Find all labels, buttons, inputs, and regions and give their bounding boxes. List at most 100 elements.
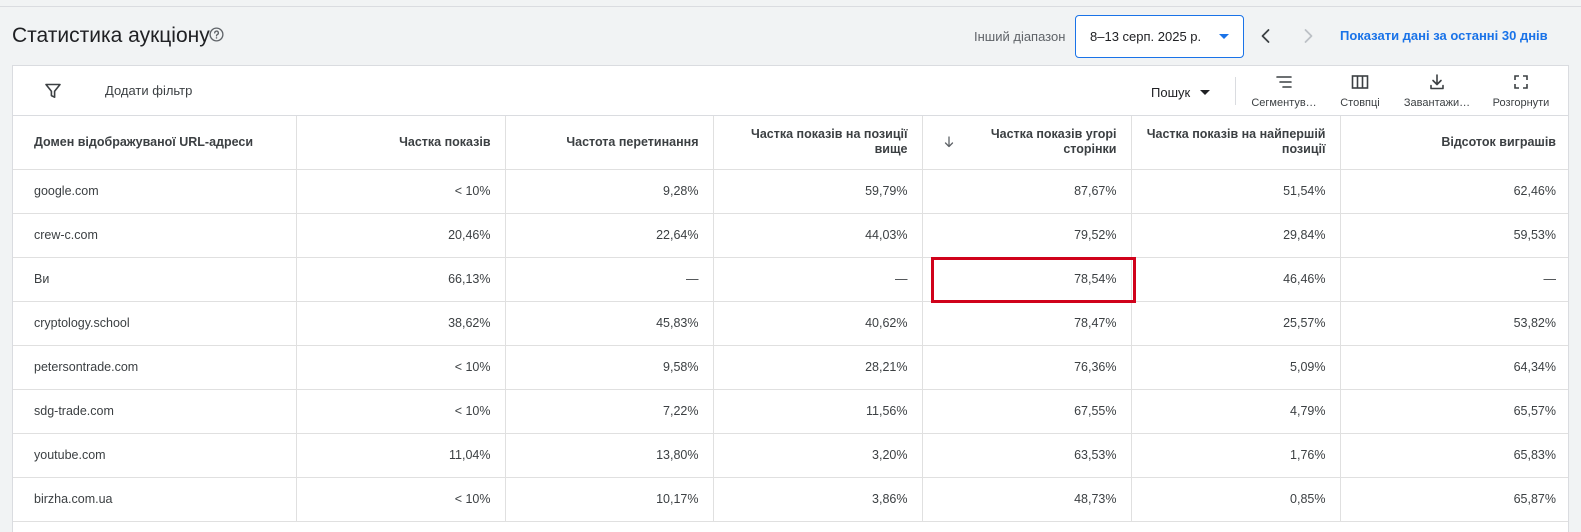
cell-position-above-rate: 59,79% xyxy=(713,169,923,214)
date-range-value: 8–13 серп. 2025 р. xyxy=(1090,29,1202,44)
auction-insights-card: Додати фільтр Пошук Сегментув… Стовпці З… xyxy=(12,65,1569,532)
cell-overlap-rate: 9,28% xyxy=(505,169,714,214)
cell-abs-top-rate: 51,54% xyxy=(1131,169,1341,214)
columns-icon xyxy=(1350,72,1370,92)
auction-insights-table: Домен відображуваної URL-адреси Частка п… xyxy=(13,116,1568,522)
cell-position-above-rate: 3,86% xyxy=(713,477,923,522)
column-header-impression-share[interactable]: Частка показів xyxy=(296,116,506,170)
cell-top-of-page-rate-highlighted: 78,54% xyxy=(922,256,1136,303)
cell-abs-top-rate: 29,84% xyxy=(1131,213,1341,258)
cell-domain: cryptology.school xyxy=(13,301,297,346)
cell-overlap-rate: 13,80% xyxy=(505,433,714,478)
cell-abs-top-rate: 46,46% xyxy=(1131,257,1341,302)
cell-overlap-rate: 7,22% xyxy=(505,389,714,434)
page-title: Статистика аукціону xyxy=(12,24,210,47)
cell-domain: sdg-trade.com xyxy=(13,389,297,434)
cell-top-of-page-rate: 87,67% xyxy=(922,169,1132,214)
search-select[interactable]: Пошук xyxy=(1151,82,1211,102)
caret-down-icon xyxy=(1200,89,1211,95)
cell-impression-share: 66,13% xyxy=(296,257,506,302)
column-header-overlap-rate[interactable]: Частота перетинання xyxy=(505,116,714,170)
cell-impression-share: < 10% xyxy=(296,169,506,214)
range-label: Інший діапазон xyxy=(974,29,1066,44)
cell-domain: crew-c.com xyxy=(13,213,297,258)
cell-outranking-share: 65,87% xyxy=(1340,477,1568,522)
add-filter-button[interactable]: Додати фільтр xyxy=(105,83,192,98)
segment-button[interactable]: Сегментув… xyxy=(1249,72,1319,112)
cell-abs-top-rate: 1,76% xyxy=(1131,433,1341,478)
columns-label: Стовпці xyxy=(1340,97,1380,109)
page-header: Статистика аукціону Інший діапазон 8–13 … xyxy=(0,7,1581,65)
cell-abs-top-rate: 5,09% xyxy=(1131,345,1341,390)
cell-outranking-share: 65,57% xyxy=(1340,389,1568,434)
help-circle-icon[interactable] xyxy=(209,27,224,42)
cell-top-of-page-rate: 78,47% xyxy=(922,301,1132,346)
cell-overlap-rate: 9,58% xyxy=(505,345,714,390)
cell-impression-share: 11,04% xyxy=(296,433,506,478)
cell-overlap-rate: 10,17% xyxy=(505,477,714,522)
cell-top-of-page-rate: 67,55% xyxy=(922,389,1132,434)
cell-overlap-rate: — xyxy=(505,257,714,302)
cell-impression-share: < 10% xyxy=(296,389,506,434)
cell-top-of-page-rate: 48,73% xyxy=(922,477,1132,522)
table-header-row: Домен відображуваної URL-адреси Частка п… xyxy=(13,116,1568,170)
table-row: crew-c.com 20,46% 22,64% 44,03% 79,52% 2… xyxy=(13,213,1568,258)
cell-position-above-rate: 3,20% xyxy=(713,433,923,478)
download-button[interactable]: Завантажи… xyxy=(1401,72,1473,112)
filter-icon[interactable] xyxy=(43,81,63,101)
last-30-days-link[interactable]: Показати дані за останні 30 днів xyxy=(1340,28,1548,43)
table-row: sdg-trade.com < 10% 7,22% 11,56% 67,55% … xyxy=(13,389,1568,434)
cell-domain: petersontrade.com xyxy=(13,345,297,390)
cell-outranking-share: 64,34% xyxy=(1340,345,1568,390)
expand-button[interactable]: Розгорнути xyxy=(1485,72,1557,112)
expand-icon xyxy=(1511,72,1531,92)
segment-icon xyxy=(1274,72,1294,92)
segment-label: Сегментув… xyxy=(1251,97,1317,109)
column-header-abs-top-rate[interactable]: Частка показів на найпершій позиції xyxy=(1131,116,1341,170)
cell-impression-share: < 10% xyxy=(296,345,506,390)
cell-position-above-rate: — xyxy=(713,257,923,302)
column-header-position-above-rate[interactable]: Частка показів на позиції вище xyxy=(713,116,923,170)
cell-abs-top-rate: 4,79% xyxy=(1131,389,1341,434)
column-header-outranking-share[interactable]: Відсоток виграшів xyxy=(1340,116,1568,170)
table-row: Ви 66,13% — — 78,54% 46,46% — xyxy=(13,256,1568,303)
search-select-label: Пошук xyxy=(1151,84,1191,100)
cell-position-above-rate: 40,62% xyxy=(713,301,923,346)
table-toolbar: Додати фільтр Пошук Сегментув… Стовпці З… xyxy=(13,66,1568,116)
expand-label: Розгорнути xyxy=(1492,97,1550,109)
cell-outranking-share: 65,83% xyxy=(1340,433,1568,478)
cell-top-of-page-rate: 79,52% xyxy=(922,213,1132,258)
cell-domain: Ви xyxy=(13,257,297,302)
cell-outranking-share: 59,53% xyxy=(1340,213,1568,258)
cell-outranking-share: 53,82% xyxy=(1340,301,1568,346)
cell-impression-share: < 10% xyxy=(296,477,506,522)
cell-position-above-rate: 28,21% xyxy=(713,345,923,390)
cell-domain: google.com xyxy=(13,169,297,214)
date-range-picker[interactable]: 8–13 серп. 2025 р. xyxy=(1075,15,1244,58)
cell-top-of-page-rate-value: 78,54% xyxy=(1074,272,1117,286)
cell-overlap-rate: 22,64% xyxy=(505,213,714,258)
table-row: petersontrade.com < 10% 9,58% 28,21% 76,… xyxy=(13,345,1568,390)
table-row: google.com < 10% 9,28% 59,79% 87,67% 51,… xyxy=(13,169,1568,214)
arrow-down-icon xyxy=(943,135,955,149)
chevron-right-icon[interactable] xyxy=(1296,24,1320,48)
table-row: cryptology.school 38,62% 45,83% 40,62% 7… xyxy=(13,301,1568,346)
cell-top-of-page-rate: 76,36% xyxy=(922,345,1132,390)
column-header-domain[interactable]: Домен відображуваної URL-адреси xyxy=(13,116,297,170)
column-header-top-of-page-rate[interactable]: Частка показів угорі сторінки xyxy=(922,116,1132,170)
caret-down-icon xyxy=(1219,34,1229,39)
cell-domain: youtube.com xyxy=(13,433,297,478)
cell-position-above-rate: 11,56% xyxy=(713,389,923,434)
download-label: Завантажи… xyxy=(1403,97,1471,109)
chevron-left-icon[interactable] xyxy=(1254,24,1278,48)
columns-button[interactable]: Стовпці xyxy=(1329,72,1391,112)
cell-overlap-rate: 45,83% xyxy=(505,301,714,346)
cell-impression-share: 20,46% xyxy=(296,213,506,258)
cell-top-of-page-rate: 63,53% xyxy=(922,433,1132,478)
cell-domain: birzha.com.ua xyxy=(13,477,297,522)
cell-impression-share: 38,62% xyxy=(296,301,506,346)
table-row: youtube.com 11,04% 13,80% 3,20% 63,53% 1… xyxy=(13,433,1568,478)
column-header-top-of-page-rate-label: Частка показів угорі сторінки xyxy=(990,127,1117,157)
cell-abs-top-rate: 0,85% xyxy=(1131,477,1341,522)
cell-outranking-share: — xyxy=(1340,257,1568,302)
